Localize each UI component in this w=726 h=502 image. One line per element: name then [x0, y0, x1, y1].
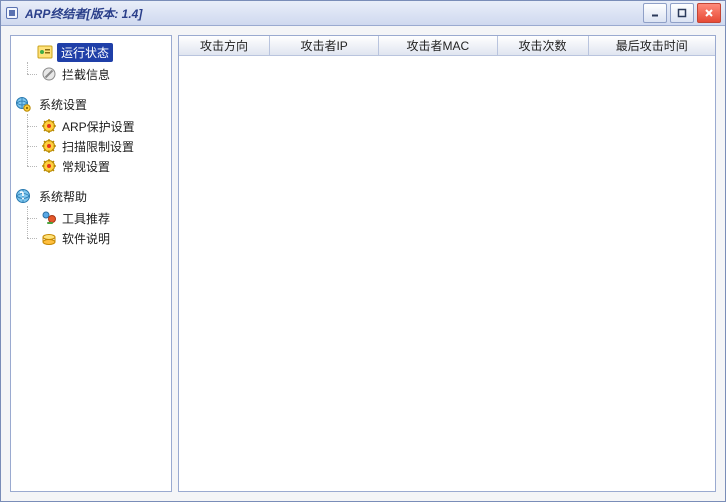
tree-item-tools[interactable]: 工具推荐: [15, 208, 167, 228]
table-body[interactable]: [179, 56, 715, 491]
tree-item-manual[interactable]: 软件说明: [15, 228, 167, 248]
tree-item-label: 扫描限制设置: [62, 138, 134, 155]
maximize-button[interactable]: [670, 3, 694, 23]
close-button[interactable]: [697, 3, 721, 23]
column-header-direction[interactable]: 攻击方向: [179, 36, 270, 55]
tree-item-label: 系统设置: [35, 95, 91, 114]
gear-star-icon: [41, 138, 57, 154]
tree-item-label: 运行状态: [57, 43, 113, 62]
tree-item-label: 常规设置: [62, 158, 110, 175]
tree-item-label: 系统帮助: [35, 187, 91, 206]
status-icon: [37, 44, 53, 60]
tools-icon: [41, 210, 57, 226]
gear-star-icon: [41, 158, 57, 174]
globe-gear-icon: [15, 96, 31, 112]
window-title: ARP终结者[版本: 1.4]: [25, 5, 643, 22]
table-header-row: 攻击方向 攻击者IP 攻击者MAC 攻击次数 最后攻击时间: [179, 36, 715, 56]
tree-item-block-info[interactable]: 拦截信息: [15, 64, 167, 84]
titlebar[interactable]: ARP终结者[版本: 1.4]: [1, 1, 725, 26]
tree-group-status: 运行状态 拦截信息: [15, 42, 167, 88]
tree-item-arp-protect[interactable]: ARP保护设置: [15, 116, 167, 136]
app-window: ARP终结者[版本: 1.4]: [0, 0, 726, 502]
minimize-button[interactable]: [643, 3, 667, 23]
window-controls: [643, 3, 721, 23]
column-header-attacker-ip[interactable]: 攻击者IP: [270, 36, 379, 55]
column-header-attacker-mac[interactable]: 攻击者MAC: [379, 36, 497, 55]
block-icon: [41, 66, 57, 82]
tree-group-help: 系统帮助 工具推荐: [15, 186, 167, 252]
globe-help-icon: [15, 188, 31, 204]
tree-item-general-settings[interactable]: 常规设置: [15, 156, 167, 176]
tree-item-label: 软件说明: [62, 230, 110, 247]
tree-item-scan-limit[interactable]: 扫描限制设置: [15, 136, 167, 156]
app-icon: [5, 6, 19, 20]
client-area: 运行状态 拦截信息: [1, 26, 725, 501]
sidebar: 运行状态 拦截信息: [10, 35, 172, 492]
main-panel: 攻击方向 攻击者IP 攻击者MAC 攻击次数 最后攻击时间: [178, 35, 716, 492]
tree-item-status[interactable]: 运行状态: [15, 42, 167, 62]
tree-item-settings[interactable]: 系统设置: [15, 94, 167, 114]
manual-icon: [41, 230, 57, 246]
column-header-count[interactable]: 攻击次数: [498, 36, 589, 55]
tree-item-label: ARP保护设置: [62, 118, 135, 135]
tree-item-label: 拦截信息: [62, 66, 110, 83]
gear-star-icon: [41, 118, 57, 134]
tree-group-settings: 系统设置: [15, 94, 167, 180]
nav-tree: 运行状态 拦截信息: [15, 42, 167, 252]
tree-item-label: 工具推荐: [62, 210, 110, 227]
tree-item-help[interactable]: 系统帮助: [15, 186, 167, 206]
column-header-last-time[interactable]: 最后攻击时间: [589, 36, 715, 55]
